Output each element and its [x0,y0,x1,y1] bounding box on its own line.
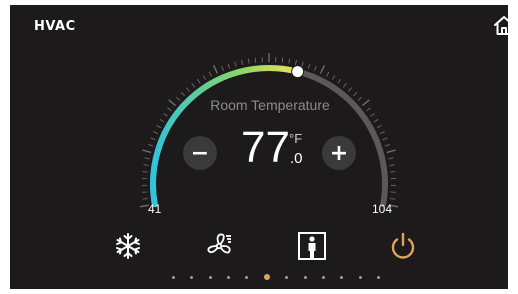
dial-tick [388,157,394,160]
dial-tick [153,131,159,135]
dial-tick [156,124,161,129]
dial-tick [390,198,396,200]
dial-tick [142,149,152,154]
page-dot[interactable] [190,275,194,279]
dial-tick [389,164,395,166]
decrease-temp-button[interactable]: − [183,136,217,170]
dial-tick [180,91,185,97]
dial-tick [337,78,342,84]
dial-tick [342,82,347,88]
dial-tick [227,63,231,69]
page-dot[interactable] [358,275,362,279]
dial-tick [384,144,390,147]
page-dot[interactable] [245,275,249,279]
dial-tick [353,91,358,97]
dial-tick [163,113,168,117]
dial-tick [196,78,201,84]
dial-tick [331,75,336,80]
dial-tick [348,87,353,92]
temperature-unit: °F [289,131,303,146]
dial-tick [281,57,284,63]
dial-tick [142,198,148,200]
dial-tick [185,87,190,92]
dial-tick [176,96,181,101]
dial-min-label: 41 [148,202,162,216]
dial-tick [382,137,388,141]
dial-tick [379,131,385,135]
temperature-decimal: .0 [290,150,303,167]
fan-icon[interactable] [203,230,235,262]
dial-tick [301,61,304,67]
dial-tick [319,64,325,74]
page-dot[interactable] [340,275,344,279]
dial-tick [159,118,165,123]
dial-tick [144,157,150,160]
dial-tick [241,59,244,65]
dial-tick [221,65,224,71]
dial-tick [373,118,379,123]
dial-tick [254,57,257,63]
dial-tick [386,149,396,154]
page-dot[interactable] [208,275,212,279]
page-dot[interactable] [321,275,325,279]
dial-tick [202,75,207,80]
dial-tick [191,82,196,88]
page-dot[interactable] [376,275,380,279]
page-dot[interactable] [172,275,175,279]
snowflake-icon[interactable] [112,230,144,262]
page-indicator[interactable] [172,273,380,281]
dial-tick [326,71,330,77]
dial-tick [314,65,317,71]
temperature-value: 77 [241,123,290,172]
page-dot[interactable] [285,275,289,279]
page-dot[interactable] [227,275,231,279]
increase-temp-button[interactable]: + [322,136,356,170]
dial-tick [234,61,237,67]
page-dot-active[interactable] [263,274,270,280]
dial-tick [167,107,172,112]
dial-tick [208,71,212,77]
dial-tick [150,137,156,141]
page-dot[interactable] [303,275,307,279]
dial-tick [247,58,250,64]
occupancy-icon[interactable] [296,230,328,262]
dial-tick [213,64,219,74]
dial-tick [366,107,371,112]
dial-tick [357,96,362,101]
dial-tick [148,144,154,147]
dial-tick [288,58,291,64]
dial-tick [362,99,370,107]
dial-tick [370,113,375,117]
dial-tick [168,99,176,107]
dial-tick [377,124,382,129]
room-temperature-label: Room Temperature [210,97,330,113]
dial-tick [294,59,297,65]
setpoint-knob[interactable] [291,65,305,79]
dial-max-label: 104 [372,202,393,216]
power-icon[interactable] [387,230,419,262]
dial-tick [143,164,149,166]
dial-tick [307,63,311,69]
